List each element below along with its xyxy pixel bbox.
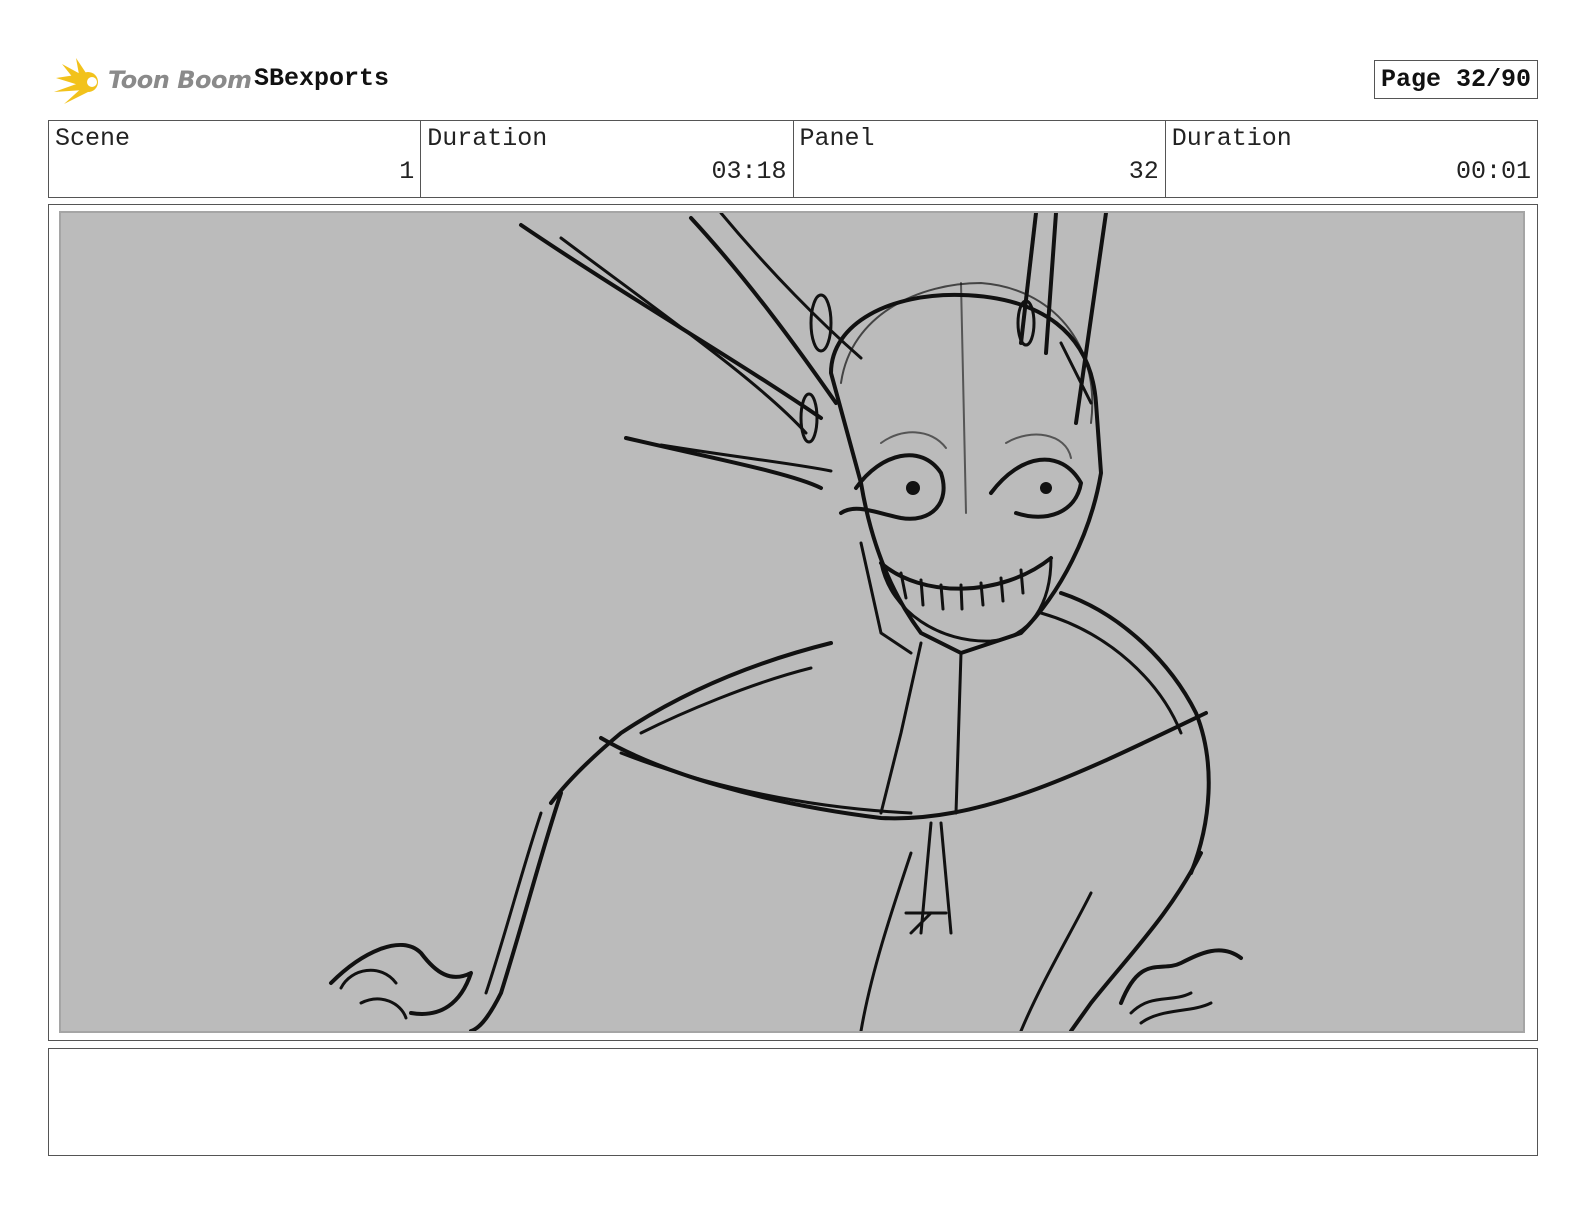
panel-cell: Panel 32: [794, 121, 1166, 197]
toon-boom-logo: Toon Boom: [52, 56, 252, 108]
panel-value: 32: [1128, 157, 1159, 186]
scene-duration-cell: Duration 03:18: [421, 121, 794, 197]
scene-cell: Scene 1: [49, 121, 422, 197]
panel-duration-value: 00:01: [1455, 157, 1531, 186]
scene-label: Scene: [55, 124, 131, 153]
sketch-mouth: [879, 556, 1053, 591]
sketch-arm-left: [469, 791, 563, 1031]
scene-value: 1: [399, 157, 415, 186]
starburst-icon: [54, 58, 98, 104]
panel-frame: [48, 204, 1538, 1041]
sketch-pupil: [906, 481, 920, 495]
page-header: Toon Boom SBexports Page 32/90: [48, 52, 1538, 108]
page-number: Page 32/90: [1373, 60, 1538, 99]
notes-box: [48, 1048, 1538, 1156]
sketch-arm-right: [1069, 851, 1203, 1031]
panel-duration-label: Duration: [1171, 124, 1292, 153]
scene-duration-value: 03:18: [711, 157, 787, 186]
storyboard-panel: [59, 211, 1525, 1033]
project-name: SBexports: [254, 64, 390, 93]
sketch-hand-left: [329, 942, 473, 1016]
character-sketch: [329, 213, 1243, 1031]
panel-label: Panel: [799, 124, 875, 153]
sketch-shoulder-right: [1059, 591, 1211, 875]
scene-info-table: Scene 1 Duration 03:18 Panel 32 Duration…: [48, 120, 1538, 198]
scene-duration-label: Duration: [427, 124, 548, 153]
sketch-eye: [989, 457, 1083, 519]
panel-duration-cell: Duration 00:01: [1166, 121, 1537, 197]
brand-name: Toon Boom: [108, 66, 252, 94]
sketch-collar: [599, 711, 1208, 821]
